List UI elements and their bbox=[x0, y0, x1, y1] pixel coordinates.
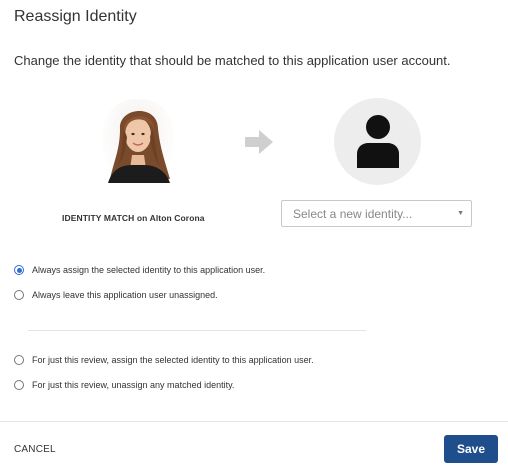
save-button[interactable]: Save bbox=[444, 435, 498, 463]
radio-review-assign[interactable] bbox=[14, 355, 24, 365]
option-label: For just this review, assign the selecte… bbox=[32, 355, 314, 365]
user-silhouette-icon bbox=[357, 115, 399, 168]
dialog-title: Reassign Identity bbox=[14, 8, 137, 25]
chevron-down-icon: ▼ bbox=[457, 210, 464, 217]
radio-review-unassign[interactable] bbox=[14, 380, 24, 390]
radio-always-assign[interactable] bbox=[14, 265, 24, 275]
option-always-unassigned[interactable]: Always leave this application user unass… bbox=[14, 289, 218, 301]
footer-divider bbox=[0, 421, 508, 422]
cancel-button[interactable]: CANCEL bbox=[14, 444, 56, 455]
identity-select[interactable]: Select a new identity... ▼ bbox=[281, 200, 472, 227]
option-review-unassign[interactable]: For just this review, unassign any match… bbox=[14, 379, 234, 391]
new-identity-avatar bbox=[334, 98, 421, 185]
divider bbox=[28, 330, 366, 331]
option-review-assign[interactable]: For just this review, assign the selecte… bbox=[14, 354, 314, 366]
current-identity-photo bbox=[102, 99, 174, 183]
arrow-right-icon bbox=[244, 128, 274, 156]
identity-match-label: IDENTITY MATCH on Alton Corona bbox=[62, 213, 205, 223]
option-label: For just this review, unassign any match… bbox=[32, 380, 235, 390]
reassign-identity-dialog: Reassign Identity Change the identity th… bbox=[0, 0, 508, 469]
option-always-assign[interactable]: Always assign the selected identity to t… bbox=[14, 264, 265, 276]
dialog-description: Change the identity that should be match… bbox=[14, 53, 451, 68]
radio-always-unassigned[interactable] bbox=[14, 290, 24, 300]
option-label: Always assign the selected identity to t… bbox=[32, 265, 266, 275]
identity-select-placeholder: Select a new identity... bbox=[293, 207, 413, 221]
option-label: Always leave this application user unass… bbox=[32, 290, 218, 300]
